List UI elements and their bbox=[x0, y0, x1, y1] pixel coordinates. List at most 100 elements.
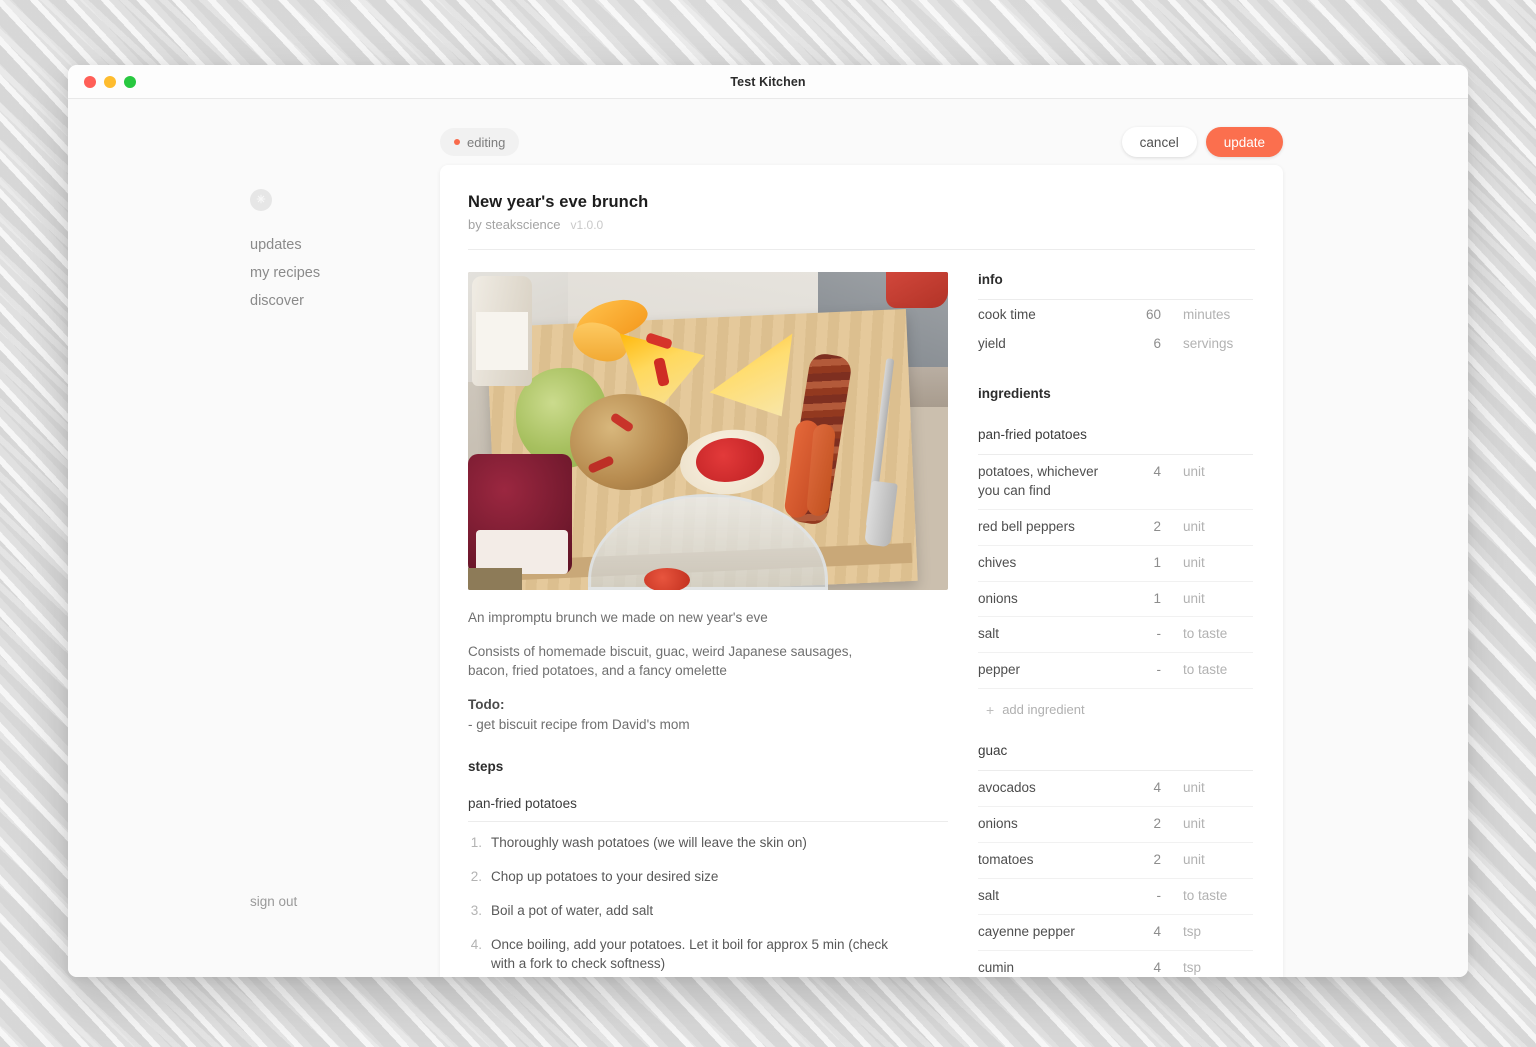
photo-tomato bbox=[644, 568, 690, 590]
ingredient-row[interactable]: salt - to taste bbox=[978, 879, 1253, 915]
step-text: Boil a pot of water, add salt bbox=[491, 903, 654, 919]
todo-heading: Todo: bbox=[468, 696, 505, 712]
recipe-photo[interactable] bbox=[468, 272, 948, 590]
plus-icon: + bbox=[986, 701, 995, 718]
sidebar-item-updates[interactable]: updates bbox=[68, 231, 440, 259]
minimize-button-icon[interactable] bbox=[104, 75, 116, 88]
sign-out-button[interactable]: sign out bbox=[68, 894, 440, 909]
ingredient-name: potatoes, whichever you can find bbox=[978, 464, 1099, 498]
ingredient-row[interactable]: tomatoes 2 unit bbox=[978, 843, 1253, 879]
info-unit: servings bbox=[1183, 336, 1234, 351]
recipe-description[interactable]: An impromptu brunch we made on new year'… bbox=[468, 590, 948, 735]
ingredients-label: ingredients bbox=[978, 386, 1051, 401]
info-key: yield bbox=[978, 336, 1006, 351]
info-row-yield[interactable]: yield 6 servings bbox=[978, 329, 1253, 358]
ingredient-quantity: 4 bbox=[1153, 959, 1161, 975]
step-number: 1. bbox=[470, 834, 482, 850]
cancel-button[interactable]: cancel bbox=[1121, 127, 1197, 157]
traffic-lights[interactable] bbox=[84, 75, 136, 88]
ingredient-unit: unit bbox=[1183, 518, 1205, 534]
ingredient-name: cumin bbox=[978, 959, 1015, 975]
toolbar-actions: cancel update bbox=[1121, 127, 1283, 157]
recipe-byline: by steakscience v1.0.0 bbox=[468, 217, 1255, 232]
step-group-title: pan-fried potatoes bbox=[468, 795, 577, 811]
step-row[interactable]: 1. Thoroughly wash potatoes (we will lea… bbox=[468, 822, 948, 856]
ingredient-name: pepper bbox=[978, 662, 1021, 678]
step-number: 2. bbox=[470, 868, 482, 884]
sidebar-item-my-recipes[interactable]: my recipes bbox=[68, 259, 440, 287]
step-row[interactable]: 4. Once boiling, add your potatoes. Let … bbox=[468, 924, 948, 977]
ingredient-unit: to taste bbox=[1183, 662, 1228, 678]
ingredient-quantity: - bbox=[1156, 626, 1162, 642]
ingredient-row[interactable]: potatoes, whichever you can find 4 unit bbox=[978, 455, 1253, 510]
update-button[interactable]: update bbox=[1205, 127, 1283, 157]
step-text: Thoroughly wash potatoes (we will leave … bbox=[491, 834, 807, 850]
zoom-button-icon[interactable] bbox=[124, 75, 136, 88]
ingredient-name: onions bbox=[978, 816, 1018, 832]
sidebar-item-label: updates bbox=[250, 237, 302, 253]
ingredient-quantity: 1 bbox=[1153, 554, 1161, 570]
ingredient-unit: to taste bbox=[1183, 626, 1228, 642]
card-columns: An impromptu brunch we made on new year'… bbox=[468, 250, 1255, 977]
photo-bottle-label bbox=[476, 312, 528, 370]
status-dot-icon bbox=[454, 139, 460, 145]
recipe-card: New year's eve brunch by steakscience v1… bbox=[440, 165, 1283, 977]
sidebar-item-label: my recipes bbox=[250, 265, 321, 281]
sidebar: ✳ updates my recipes discover sign out bbox=[68, 99, 440, 977]
ingredient-group-title: pan-fried potatoes bbox=[978, 427, 1087, 442]
ingredient-row[interactable]: red bell peppers 2 unit bbox=[978, 510, 1253, 546]
right-column: info cook time 60 minutes yield 6 servin… bbox=[978, 272, 1255, 977]
step-row[interactable]: 2. Chop up potatoes to your desired size bbox=[468, 856, 948, 890]
ingredient-row[interactable]: cumin 4 tsp bbox=[978, 951, 1253, 977]
ingredient-unit: unit bbox=[1183, 816, 1205, 832]
ingredient-row[interactable]: cayenne pepper 4 tsp bbox=[978, 915, 1253, 951]
ingredient-group-title: guac bbox=[978, 743, 1008, 759]
avatar[interactable]: ✳ bbox=[250, 189, 272, 211]
description-paragraph: An impromptu brunch we made on new year'… bbox=[468, 610, 768, 625]
sidebar-footer: sign out bbox=[68, 894, 440, 977]
step-text: Once boiling, add your potatoes. Let it … bbox=[491, 937, 888, 972]
photo-region-red-cloth bbox=[886, 272, 948, 308]
ingredient-row[interactable]: pepper - to taste bbox=[978, 653, 1253, 690]
step-row[interactable]: 3. Boil a pot of water, add salt bbox=[468, 890, 948, 924]
todo-item: - get biscuit recipe from David's mom bbox=[468, 717, 690, 733]
status-badge-label: editing bbox=[467, 134, 506, 150]
ingredient-row[interactable]: salt - to taste bbox=[978, 617, 1253, 654]
info-row-cook-time[interactable]: cook time 60 minutes bbox=[978, 300, 1253, 329]
step-number: 3. bbox=[470, 903, 482, 919]
sidebar-item-discover[interactable]: discover bbox=[68, 287, 440, 315]
info-value: 60 bbox=[1145, 307, 1161, 322]
ingredient-quantity: 4 bbox=[1153, 780, 1161, 796]
status-badge[interactable]: editing bbox=[440, 128, 520, 156]
recipe-author: by steakscience bbox=[468, 217, 561, 232]
ingredient-unit: unit bbox=[1183, 554, 1205, 570]
description-paragraph: Consists of homemade biscuit, guac, weir… bbox=[468, 643, 853, 679]
ingredient-row[interactable]: avocados 4 unit bbox=[978, 771, 1253, 808]
info-label: info bbox=[978, 272, 1003, 287]
ingredient-quantity: 1 bbox=[1153, 590, 1161, 606]
main-pane: editing cancel update New year's eve bru… bbox=[440, 99, 1468, 977]
add-ingredient-button[interactable]: + add ingredient bbox=[978, 689, 1253, 717]
ingredient-quantity: 4 bbox=[1153, 923, 1161, 939]
ingredient-name: avocados bbox=[978, 780, 1036, 796]
toolbar: editing cancel update bbox=[440, 119, 1283, 165]
info-value: 6 bbox=[1153, 336, 1161, 351]
sidebar-nav: updates my recipes discover bbox=[68, 231, 440, 315]
ingredient-name: chives bbox=[978, 554, 1017, 570]
info-panel: info cook time 60 minutes yield 6 servin… bbox=[978, 272, 1253, 358]
window-titlebar: Test Kitchen bbox=[68, 65, 1468, 99]
recipe-header: New year's eve brunch by steakscience v1… bbox=[468, 193, 1255, 232]
ingredient-row[interactable]: chives 1 unit bbox=[978, 546, 1253, 582]
ingredient-quantity: - bbox=[1156, 887, 1162, 903]
recipe-title[interactable]: New year's eve brunch bbox=[468, 193, 1255, 212]
ingredient-row[interactable]: onions 2 unit bbox=[978, 807, 1253, 844]
ingredient-row[interactable]: onions 1 unit bbox=[978, 582, 1253, 618]
close-button-icon[interactable] bbox=[84, 75, 96, 88]
ingredient-name: salt bbox=[978, 626, 1000, 642]
ingredient-name: cayenne pepper bbox=[978, 923, 1075, 939]
ingredient-unit: unit bbox=[1183, 852, 1205, 868]
step-number: 4. bbox=[470, 937, 482, 953]
photo-table-grain bbox=[468, 568, 522, 590]
ingredient-unit: tsp bbox=[1183, 923, 1202, 939]
ingredient-name: salt bbox=[978, 887, 1000, 903]
